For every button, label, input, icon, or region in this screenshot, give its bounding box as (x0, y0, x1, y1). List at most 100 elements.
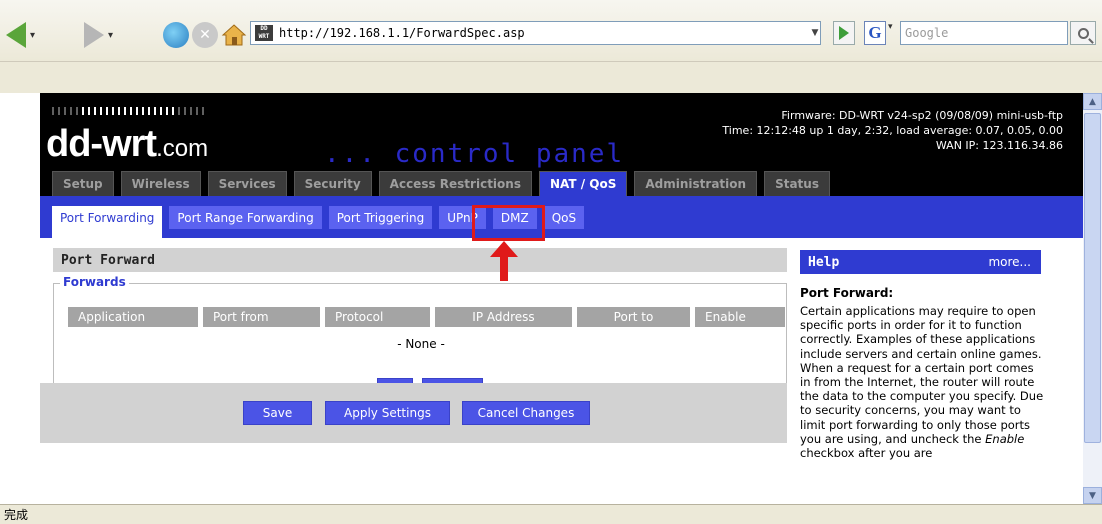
subtab-upnp[interactable]: UPnP (439, 206, 486, 229)
address-url[interactable]: http://192.168.1.1/ForwardSpec.asp (279, 26, 525, 40)
logo-bar (166, 107, 168, 115)
scrollbar-thumb[interactable] (1084, 113, 1101, 443)
tab-setup[interactable]: Setup (52, 171, 114, 196)
firmware-text: Firmware: DD-WRT v24-sp2 (09/08/09) mini… (781, 109, 1063, 122)
router-info: Firmware: DD-WRT v24-sp2 (09/08/09) mini… (722, 108, 1063, 153)
help-topic-title: Port Forward: (800, 286, 894, 300)
scroll-up-icon[interactable]: ▲ (1083, 93, 1102, 110)
logo-bar (190, 107, 192, 115)
fieldset-legend: Forwards (60, 275, 129, 289)
column-enable: Enable (695, 307, 785, 327)
subtab-port-triggering[interactable]: Port Triggering (328, 206, 433, 229)
wan-ip-text: WAN IP: 123.116.34.86 (935, 139, 1063, 152)
tab-access-restrictions[interactable]: Access Restrictions (378, 171, 532, 196)
forward-arrow-icon (84, 22, 104, 48)
logo-bars (52, 107, 204, 115)
action-bar: Save Apply Settings Cancel Changes (40, 383, 787, 443)
address-bar[interactable]: DD WRT http://192.168.1.1/ForwardSpec.as… (250, 21, 821, 45)
logo-bar (184, 107, 186, 115)
main-tabs: Setup Wireless Services Security Access … (52, 171, 830, 196)
column-ip-address: IP Address (435, 307, 572, 327)
search-placeholder: Google (905, 26, 949, 40)
tab-security[interactable]: Security (293, 171, 372, 196)
help-more-link[interactable]: more... (988, 255, 1031, 269)
logo-bar (70, 107, 72, 115)
logo-bar (118, 107, 120, 115)
search-engine-dropdown-icon[interactable]: ▾ (888, 22, 893, 32)
stop-button[interactable]: ✕ (192, 20, 218, 50)
home-icon (221, 24, 247, 46)
back-dropdown-icon[interactable]: ▾ (30, 30, 35, 41)
logo-bar (82, 107, 84, 115)
subtab-port-range-forwarding[interactable]: Port Range Forwarding (169, 206, 322, 229)
uptime-text: Time: 12:12:48 up 1 day, 2:32, load aver… (722, 124, 1063, 137)
home-button[interactable] (221, 20, 247, 50)
logo-bar (52, 107, 54, 115)
address-dropdown-icon[interactable]: ▼ (804, 22, 826, 44)
tab-nat-qos[interactable]: NAT / QoS (538, 171, 628, 196)
go-button[interactable] (833, 21, 855, 45)
logo-bar (88, 107, 90, 115)
back-arrow-icon (6, 22, 26, 48)
logo-bar (124, 107, 126, 115)
save-button[interactable]: Save (243, 401, 312, 425)
logo-bar (136, 107, 138, 115)
logo-bar (94, 107, 96, 115)
logo-bar (142, 107, 144, 115)
magnifier-icon (1077, 27, 1089, 39)
search-button[interactable] (1070, 21, 1096, 45)
ddwrt-logo: dd-wrt.com (46, 123, 209, 165)
tab-status[interactable]: Status (764, 171, 830, 196)
google-search-icon[interactable]: G (864, 21, 886, 45)
column-application: Application (68, 307, 198, 327)
logo-bar (58, 107, 60, 115)
ddwrt-favicon-icon: DD WRT (255, 25, 273, 41)
refresh-button[interactable] (163, 20, 189, 50)
section-title: Port Forward (53, 248, 787, 272)
logo-bar (112, 107, 114, 115)
control-panel-title: ... control panel (324, 139, 625, 169)
status-bar: 完成 (0, 504, 1102, 524)
scroll-down-icon[interactable]: ▼ (1083, 487, 1102, 504)
refresh-icon (163, 22, 189, 48)
logo-bar (106, 107, 108, 115)
cancel-changes-button[interactable]: Cancel Changes (462, 401, 590, 425)
page-scrollbar[interactable]: ▲ ▼ (1083, 93, 1102, 504)
logo-bar (130, 107, 132, 115)
logo-bar (172, 107, 174, 115)
red-pointer-arrow-icon (490, 241, 518, 281)
logo-bar (64, 107, 66, 115)
subtab-qos[interactable]: QoS (543, 206, 585, 229)
browser-toolbar: ▾ ▾ ✕ DD WRT http://192.168.1.1/ForwardS… (0, 0, 1102, 62)
search-input[interactable]: Google (900, 21, 1068, 45)
logo-bar (196, 107, 198, 115)
empty-table-text: - None - (397, 337, 445, 351)
column-protocol: Protocol (325, 307, 430, 327)
logo-bar (148, 107, 150, 115)
subtab-bar: Port Forwarding Port Range Forwarding Po… (40, 196, 1083, 238)
logo-bar (178, 107, 180, 115)
sub-tabs: Port Forwarding Port Range Forwarding Po… (52, 206, 585, 238)
apply-settings-button[interactable]: Apply Settings (325, 401, 450, 425)
help-header: Help more... (800, 250, 1041, 274)
tab-services[interactable]: Services (207, 171, 287, 196)
stop-icon: ✕ (192, 22, 218, 48)
forward-button[interactable]: ▾ (84, 20, 113, 50)
main-content: Port Forward Forwards Application Port f… (40, 238, 1083, 504)
column-port-to: Port to (577, 307, 690, 327)
subtab-port-forwarding[interactable]: Port Forwarding (52, 206, 163, 238)
logo-bar (154, 107, 156, 115)
tab-wireless[interactable]: Wireless (120, 171, 201, 196)
help-text: Certain applications may require to open… (800, 304, 1044, 461)
go-arrow-icon (839, 26, 849, 40)
logo-bar (76, 107, 78, 115)
column-port-from: Port from (203, 307, 320, 327)
back-button[interactable]: ▾ (6, 20, 35, 50)
help-title: Help (808, 254, 840, 270)
table-header: Application Port from Protocol IP Addres… (68, 307, 785, 327)
subtab-dmz[interactable]: DMZ (492, 206, 537, 229)
forward-dropdown-icon[interactable]: ▾ (108, 30, 113, 41)
page-viewport: dd-wrt.com ... control panel Firmware: D… (0, 93, 1083, 504)
logo-bar (100, 107, 102, 115)
tab-administration[interactable]: Administration (634, 171, 758, 196)
